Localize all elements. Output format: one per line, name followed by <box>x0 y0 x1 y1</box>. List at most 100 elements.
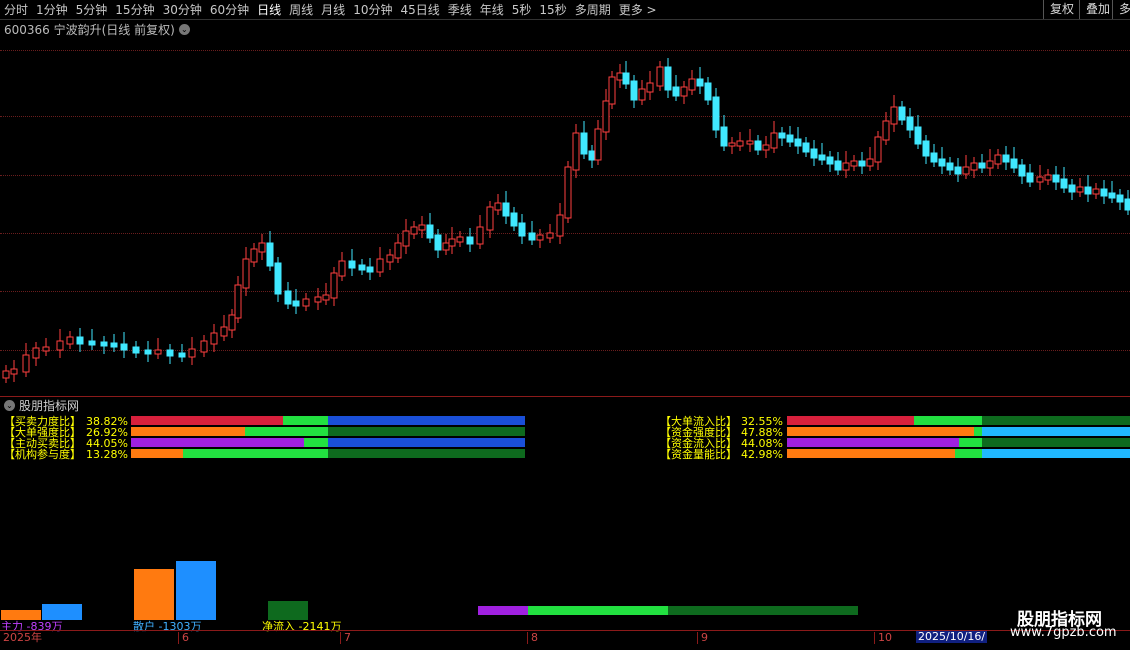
candle-down <box>930 152 938 163</box>
retail-bar-in <box>176 561 216 620</box>
candle-down <box>664 66 672 91</box>
candle-down <box>720 126 728 147</box>
candle-up <box>1036 176 1044 183</box>
candle-down <box>696 78 704 87</box>
candle-up <box>746 140 754 145</box>
watermark: 股朋指标网 www.7gpzb.com <box>1003 600 1130 650</box>
candle-down <box>292 300 300 307</box>
date-tick: 7 <box>340 632 351 644</box>
candlestick-chart[interactable] <box>0 38 1130 394</box>
candle-up <box>302 298 310 307</box>
candle-up <box>546 232 554 239</box>
candle-up <box>1092 188 1100 195</box>
candle-down <box>786 134 794 143</box>
institution-participation-value: 13.28% <box>86 448 128 461</box>
candle-up <box>564 166 572 219</box>
period-tab[interactable]: 日线 <box>257 1 281 18</box>
period-tab[interactable]: 分时 <box>4 1 28 18</box>
candle-up <box>608 76 616 105</box>
period-tab[interactable]: 周线 <box>289 1 313 18</box>
candle-up <box>394 242 402 259</box>
institution-participation-label: 【机构参与度】 <box>4 448 81 461</box>
candle-up <box>536 234 544 241</box>
candle-up <box>220 326 228 337</box>
candle-down <box>1084 186 1092 195</box>
candle-up <box>386 254 394 263</box>
candle-up <box>556 214 564 237</box>
period-tab[interactable]: 1分钟 <box>36 1 68 18</box>
candle-down <box>818 154 826 161</box>
date-tick: 6 <box>178 632 189 644</box>
candle-up <box>448 238 456 247</box>
candle-down <box>528 232 536 241</box>
candle-down <box>704 82 712 101</box>
candle-up <box>728 142 736 147</box>
candle-down <box>166 349 174 357</box>
capital-volume-label: 【资金量能比】 <box>660 448 737 461</box>
adjust-button[interactable]: 复权 <box>1043 0 1080 19</box>
period-tab[interactable]: 60分钟 <box>210 1 249 18</box>
stock-title-row: 600366 宁波韵升(日线 前复权) ⌄ <box>4 21 190 37</box>
candle-down <box>1018 164 1026 177</box>
candle-down <box>88 340 96 346</box>
candle-up <box>442 242 450 251</box>
multi-button[interactable]: 多 <box>1112 0 1130 19</box>
candle-up <box>994 154 1002 165</box>
period-tab[interactable]: 月线 <box>321 1 345 18</box>
period-tab[interactable]: 45日线 <box>400 1 439 18</box>
candle-down <box>794 138 802 147</box>
candle-down <box>502 202 510 217</box>
period-tab[interactable]: 15分钟 <box>115 1 154 18</box>
candle-down <box>358 264 366 271</box>
date-tick: 10 <box>874 632 892 644</box>
candle-down <box>1052 174 1060 183</box>
capital-inflow-bar <box>787 438 1130 447</box>
period-tab[interactable]: 5秒 <box>512 1 532 18</box>
candle-down <box>898 106 906 121</box>
date-tick: 2025年 <box>3 631 42 644</box>
candle-down <box>622 72 630 85</box>
period-tab[interactable]: 更多 > <box>619 1 657 18</box>
candle-down <box>978 162 986 169</box>
summary-bar <box>478 606 858 615</box>
candle-down <box>588 150 596 161</box>
candle-up <box>770 132 778 149</box>
institution-participation-bar <box>131 449 525 458</box>
stock-title: 600366 宁波韵升(日线 前复权) <box>4 22 175 37</box>
candle-up <box>314 296 322 303</box>
candle-up <box>322 294 330 301</box>
candle-up <box>56 340 64 351</box>
candle-up <box>410 226 418 235</box>
candle-up <box>242 258 250 289</box>
panel-separator <box>0 396 1130 397</box>
indicator-title: 股朋指标网 <box>19 398 80 413</box>
period-tab[interactable]: 季线 <box>448 1 472 18</box>
candle-up <box>970 162 978 171</box>
candle-down <box>938 158 946 167</box>
candle-down <box>826 156 834 165</box>
candle-down <box>466 236 474 245</box>
candle-down <box>366 266 374 273</box>
chevron-down-icon[interactable]: ⌄ <box>178 23 190 35</box>
candle-up <box>486 206 494 231</box>
chevron-down-icon[interactable]: ⌄ <box>4 399 15 411</box>
candle-up <box>418 224 426 231</box>
period-tab[interactable]: 年线 <box>480 1 504 18</box>
candle-down <box>802 142 810 153</box>
period-tab[interactable]: 30分钟 <box>163 1 202 18</box>
period-tab[interactable]: 15秒 <box>539 1 566 18</box>
period-tab[interactable]: 多周期 <box>575 1 611 18</box>
overlay-button[interactable]: 叠加 <box>1079 0 1116 19</box>
buy-sell-strength-bar <box>131 416 525 425</box>
candle-up <box>866 158 874 167</box>
period-tab[interactable]: 10分钟 <box>353 1 392 18</box>
candle-up <box>376 258 384 273</box>
date-tick: 9 <box>697 632 708 644</box>
period-tab[interactable]: 5分钟 <box>76 1 108 18</box>
candle-up <box>850 160 858 167</box>
candle-down <box>672 86 680 97</box>
candle-up <box>402 230 410 247</box>
candle-down <box>132 346 140 354</box>
candle-down <box>266 242 274 267</box>
candle-down <box>810 148 818 159</box>
